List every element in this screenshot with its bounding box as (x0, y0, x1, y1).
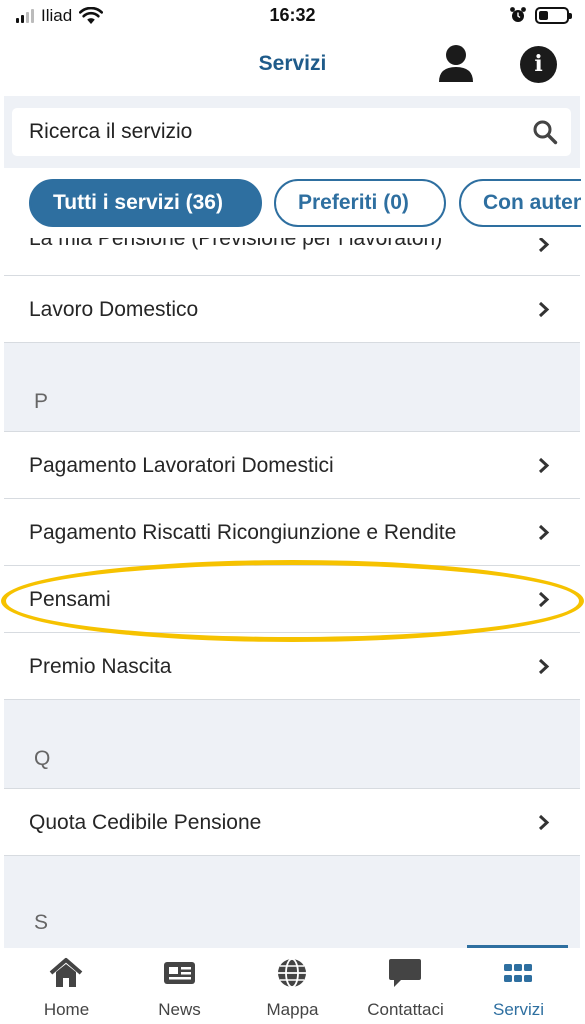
list-item[interactable]: La mia Pensione (Previsione per i lavora… (4, 238, 580, 276)
status-time: 16:32 (269, 5, 316, 25)
info-icon[interactable]: i (520, 46, 557, 83)
list-item-label: Quota Cedibile Pensione (29, 811, 262, 834)
section-header: S (4, 856, 580, 948)
list-item[interactable]: Pagamento Riscatti Ricongiunzione e Rend… (4, 499, 580, 566)
list-item-label: Pagamento Lavoratori Domestici (29, 454, 334, 477)
chevron-right-icon (538, 238, 550, 253)
home-icon (49, 958, 83, 987)
filter-all-button[interactable]: Tutti i servizi (36) (29, 179, 262, 227)
filter-favorites-button[interactable]: Preferiti (0) (274, 179, 446, 227)
list-item[interactable]: Pagamento Lavoratori Domestici (4, 432, 580, 499)
chevron-right-icon (538, 457, 550, 474)
tab-label: Contattaci (367, 1000, 444, 1019)
tab-home[interactable]: Home (10, 948, 123, 1024)
user-icon[interactable] (437, 44, 475, 84)
chevron-right-icon (538, 658, 550, 675)
tab-label: Mappa (266, 1000, 319, 1019)
list-item-label: Pensami (29, 588, 111, 611)
chevron-right-icon (538, 591, 550, 608)
tab-label: Home (43, 1000, 90, 1019)
filter-authenticated-button[interactable]: Con autent (459, 179, 581, 227)
list-item-label: Lavoro Domestico (29, 298, 199, 321)
status-right (509, 6, 572, 24)
services-list: La mia Pensione (Previsione per i lavora… (4, 238, 580, 948)
list-item[interactable]: Premio Nascita (4, 633, 580, 700)
tab-map[interactable]: Mappa (236, 948, 349, 1024)
section-letter: Q (34, 747, 51, 770)
search-box (12, 108, 571, 156)
app-header: Servizi i (0, 34, 585, 96)
list-item[interactable]: Lavoro Domestico (4, 276, 580, 343)
tab-label: Servizi (492, 1000, 544, 1019)
search-icon[interactable] (532, 119, 558, 145)
list-item[interactable]: Quota Cedibile Pensione (4, 789, 580, 856)
battery-icon (535, 6, 572, 24)
chevron-right-icon (538, 524, 550, 541)
tab-contact[interactable]: Contattaci (349, 948, 462, 1024)
search-area (4, 96, 580, 168)
list-item-label: Pagamento Riscatti Ricongiunzione e Rend… (29, 521, 457, 544)
alarm-icon (510, 7, 526, 22)
battery-level (539, 10, 549, 20)
search-input[interactable] (29, 108, 509, 156)
list-item-label: Premio Nascita (29, 655, 172, 678)
filter-bar: Tutti i servizi (36) Preferiti (0) Con a… (0, 168, 581, 238)
section-header: Q (4, 700, 580, 789)
globe-icon (278, 958, 306, 988)
list-item-label: La mia Pensione (Previsione per i lavora… (29, 238, 443, 250)
section-letter: S (34, 911, 49, 934)
tab-bar: Home News Mappa Contattaci Servizi (0, 948, 585, 1024)
chevron-right-icon (538, 301, 550, 318)
tab-services[interactable]: Servizi (462, 948, 575, 1024)
news-icon (164, 962, 195, 984)
grid-icon (504, 964, 532, 982)
tab-label: News (158, 1000, 201, 1019)
chevron-right-icon (538, 814, 550, 831)
section-letter: P (34, 390, 49, 413)
page-title: Servizi (258, 52, 327, 75)
chat-icon (389, 959, 421, 987)
tab-news[interactable]: News (123, 948, 236, 1024)
list-item[interactable]: Pensami (4, 566, 580, 633)
section-header: P (4, 343, 580, 432)
status-bar: Iliad 16:32 (0, 0, 585, 34)
